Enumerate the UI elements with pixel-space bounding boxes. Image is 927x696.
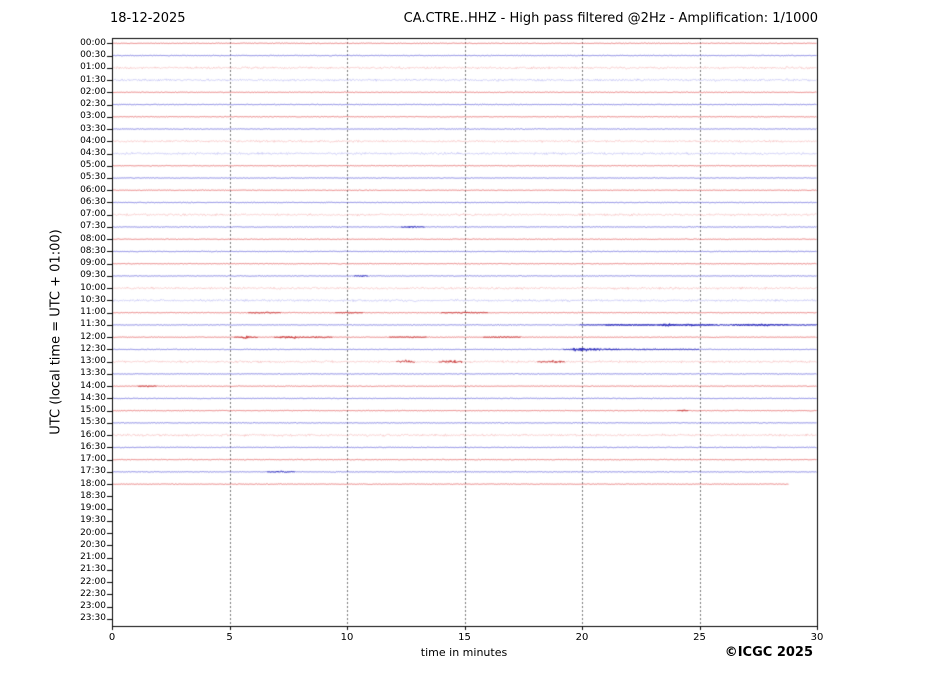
x-tick-label: 30 — [802, 632, 832, 644]
y-tick-label: 17:30 — [66, 466, 106, 477]
y-tick-label: 00:30 — [66, 50, 106, 61]
y-axis-label: UTC (local time = UTC + 01:00) — [49, 229, 64, 434]
y-tick-label: 18:30 — [66, 491, 106, 502]
x-tick-label: 10 — [332, 632, 362, 644]
x-tick-label: 0 — [97, 632, 127, 644]
x-tick-label: 25 — [685, 632, 715, 644]
y-tick-label: 18:00 — [66, 479, 106, 490]
record-date: 18-12-2025 — [110, 11, 186, 26]
y-tick-label: 19:30 — [66, 515, 106, 526]
y-tick-label: 10:00 — [66, 283, 106, 294]
y-tick-label: 17:00 — [66, 454, 106, 465]
helicorder-canvas — [0, 0, 927, 696]
y-tick-label: 00:00 — [66, 38, 106, 49]
helicorder-screen: 18-12-2025 CA.CTRE..HHZ - High pass filt… — [0, 0, 927, 696]
y-tick-label: 09:00 — [66, 258, 106, 269]
x-tick-label: 15 — [450, 632, 480, 644]
x-axis-label: time in minutes — [421, 646, 507, 659]
y-tick-label: 03:00 — [66, 111, 106, 122]
y-tick-label: 11:30 — [66, 319, 106, 330]
y-tick-label: 03:30 — [66, 124, 106, 135]
y-tick-label: 23:00 — [66, 601, 106, 612]
x-tick-label: 5 — [215, 632, 245, 644]
y-tick-label: 20:30 — [66, 540, 106, 551]
y-tick-label: 15:30 — [66, 417, 106, 428]
y-tick-label: 12:00 — [66, 332, 106, 343]
y-tick-label: 22:00 — [66, 577, 106, 588]
x-tick-label: 20 — [567, 632, 597, 644]
y-tick-label: 21:00 — [66, 552, 106, 563]
y-tick-label: 10:30 — [66, 295, 106, 306]
y-tick-label: 16:00 — [66, 430, 106, 441]
y-tick-label: 01:30 — [66, 75, 106, 86]
y-tick-label: 21:30 — [66, 564, 106, 575]
y-tick-label: 05:00 — [66, 160, 106, 171]
y-tick-label: 13:00 — [66, 356, 106, 367]
y-tick-label: 04:00 — [66, 136, 106, 147]
y-tick-label: 14:30 — [66, 393, 106, 404]
y-tick-label: 08:30 — [66, 246, 106, 257]
y-tick-label: 12:30 — [66, 344, 106, 355]
y-tick-label: 19:00 — [66, 503, 106, 514]
y-tick-label: 16:30 — [66, 442, 106, 453]
y-tick-label: 02:30 — [66, 99, 106, 110]
y-tick-label: 13:30 — [66, 368, 106, 379]
y-tick-label: 23:30 — [66, 613, 106, 624]
y-tick-label: 22:30 — [66, 589, 106, 600]
y-tick-label: 01:00 — [66, 62, 106, 73]
y-tick-label: 06:30 — [66, 197, 106, 208]
y-tick-label: 11:00 — [66, 307, 106, 318]
y-tick-label: 15:00 — [66, 405, 106, 416]
page-title: CA.CTRE..HHZ - High pass filtered @2Hz -… — [404, 11, 818, 26]
copyright-text: ©ICGC 2025 — [725, 645, 813, 660]
y-tick-label: 05:30 — [66, 172, 106, 183]
y-tick-label: 07:00 — [66, 209, 106, 220]
y-tick-label: 14:00 — [66, 381, 106, 392]
y-tick-label: 08:00 — [66, 234, 106, 245]
y-tick-label: 04:30 — [66, 148, 106, 159]
y-tick-label: 09:30 — [66, 270, 106, 281]
y-tick-label: 07:30 — [66, 221, 106, 232]
y-tick-label: 06:00 — [66, 185, 106, 196]
y-tick-label: 20:00 — [66, 528, 106, 539]
y-tick-label: 02:00 — [66, 87, 106, 98]
